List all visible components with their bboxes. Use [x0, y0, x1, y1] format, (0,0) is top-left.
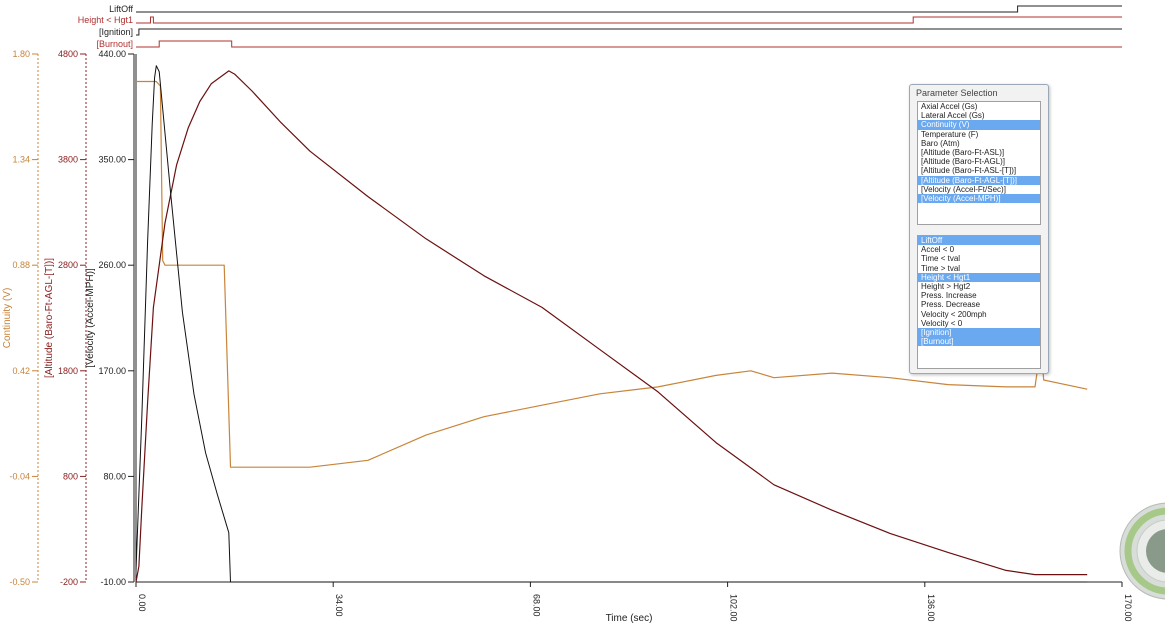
event-item[interactable]: Height > Hgt2 [918, 282, 1040, 291]
event-item[interactable]: Press. Decrease [918, 300, 1040, 309]
y-tick-label: 2800 [58, 260, 78, 270]
gauge-widget [1118, 496, 1165, 606]
event-item[interactable]: Press. Increase [918, 291, 1040, 300]
y-tick-label: 260.00 [98, 260, 126, 270]
x-tick-label: 102.00 [729, 594, 739, 622]
y-tick-label: -0.04 [9, 471, 30, 481]
y-tick-label: 0.42 [12, 366, 30, 376]
x-axis-title: Time (sec) [606, 613, 653, 624]
flight-data-chart: LiftOff Height < Hgt1 [Ignition] [Burnout] -… [0, 0, 1165, 626]
x-tick-label: 0.00 [137, 594, 147, 612]
x-tick-label: 136.00 [926, 594, 936, 622]
x-tick-label: 34.00 [334, 594, 344, 617]
parameter-item[interactable]: Baro (Atm) [918, 139, 1040, 148]
y-tick-label: 170.00 [98, 366, 126, 376]
parameter-item[interactable]: Lateral Accel (Gs) [918, 111, 1040, 120]
y-tick-label: 80.00 [103, 471, 126, 481]
parameter-item[interactable]: Continuity (V) [918, 120, 1040, 130]
event-item[interactable]: [Burnout] [918, 337, 1040, 347]
event-label--ignition-: [Ignition] [99, 27, 133, 37]
y-tick-label: -0.50 [9, 577, 30, 587]
parameter-item[interactable]: [Velocity (Accel-Ft/Sec)] [918, 185, 1040, 194]
event-item[interactable]: Velocity < 200mph [918, 310, 1040, 319]
y-tick-label: -200 [60, 577, 78, 587]
event-label-liftoff: LiftOff [109, 4, 133, 14]
parameter-item[interactable]: Axial Accel (Gs) [918, 102, 1040, 111]
parameter-item[interactable]: [Altitude (Baro-Ft-ASL)] [918, 148, 1040, 157]
event-item[interactable]: Height < Hgt1 [918, 272, 1040, 282]
parameter-item[interactable]: Temperature (F) [918, 130, 1040, 139]
event-item[interactable]: Time > tval [918, 264, 1040, 273]
event-item[interactable]: Time < tval [918, 254, 1040, 263]
event-item[interactable]: Velocity < 0 [918, 319, 1040, 328]
parameter-item[interactable]: [Altitude (Baro-Ft-AGL-[T])] [918, 175, 1040, 185]
parameter-list[interactable]: Axial Accel (Gs) Lateral Accel (Gs) Contin… [917, 101, 1041, 225]
y-tick-label: 1800 [58, 366, 78, 376]
y-tick-label: 1.80 [12, 49, 30, 59]
x-tick-label: 68.00 [531, 594, 541, 617]
parameter-item[interactable]: [Velocity (Accel-MPH)] [918, 193, 1040, 204]
event-track-line [136, 16, 1122, 24]
y-axis-title-0: Continuity (V) [2, 288, 13, 349]
parameter-selection-panel[interactable]: Parameter Selection Axial Accel (Gs) Late… [909, 84, 1049, 374]
event-label-height-hgt1: Height < Hgt1 [78, 15, 133, 25]
event-item[interactable]: Accel < 0 [918, 245, 1040, 254]
y-tick-label: 440.00 [98, 49, 126, 59]
y-tick-label: 0.88 [12, 260, 30, 270]
parameter-item[interactable]: [Altitude (Baro-Ft-ASL-[T])] [918, 166, 1040, 175]
event-track-line [136, 5, 1122, 13]
y-tick-label: 3800 [58, 155, 78, 165]
panel-title: Parameter Selection [916, 88, 998, 98]
y-tick-label: 1.34 [12, 155, 30, 165]
y-tick-label: 350.00 [98, 155, 126, 165]
y-tick-label: 4800 [58, 49, 78, 59]
event-item[interactable]: LiftOff [918, 236, 1040, 246]
event-list[interactable]: LiftOff Accel < 0 Time < tval Time > tval He… [917, 235, 1041, 369]
y-axis-title-2: [Velocity (Accel-MPH)] [85, 268, 96, 368]
y-axis-title-1: [Altitude (Baro-Ft-AGL-[T])] [44, 258, 55, 378]
y-tick-label: 800 [63, 471, 78, 481]
event-item[interactable]: [Ignition] [918, 327, 1040, 338]
event-label--burnout-: [Burnout] [96, 39, 133, 49]
event-track-line [136, 28, 1122, 36]
event-track-line [136, 40, 1122, 48]
y-tick-label: -10.00 [100, 577, 126, 587]
parameter-item[interactable]: [Altitude (Baro-Ft-AGL)] [918, 157, 1040, 166]
